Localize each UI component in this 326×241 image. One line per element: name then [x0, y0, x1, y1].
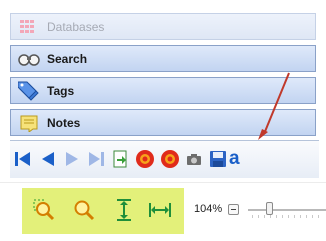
last-page-icon[interactable]: [85, 148, 107, 170]
zoom-percentage: 104%: [194, 203, 223, 215]
navigation-panel: Databases Search Tags Notes a: [10, 0, 319, 178]
sidebar-item-notes[interactable]: Notes: [10, 109, 316, 136]
fit-height-icon[interactable]: [112, 198, 136, 222]
next-page-icon[interactable]: [61, 148, 83, 170]
camera-icon[interactable]: [183, 148, 205, 170]
zoom-in-icon[interactable]: [72, 198, 96, 222]
databases-icon: [17, 17, 41, 37]
search-binoculars-icon: [17, 49, 41, 69]
zoom-slider-track[interactable]: [248, 209, 326, 211]
sidebar-item-label: Notes: [47, 115, 81, 130]
first-page-icon[interactable]: [12, 148, 34, 170]
tags-icon: [17, 81, 41, 101]
zoom-slider-ticks: [252, 215, 322, 218]
notes-icon: [17, 113, 41, 133]
sidebar-item-tags[interactable]: Tags: [10, 77, 316, 104]
zoom-slider-thumb[interactable]: [266, 202, 273, 215]
sidebar-item-label: Tags: [47, 83, 75, 98]
zoom-out-button[interactable]: [228, 204, 239, 215]
zoom-selection-icon[interactable]: [32, 198, 56, 222]
zoom-toolbar: 104%: [0, 186, 326, 241]
red-record-icon[interactable]: [159, 148, 181, 170]
save-icon[interactable]: [207, 148, 229, 170]
export-icon[interactable]: [109, 148, 131, 170]
text-a-icon[interactable]: a: [229, 148, 245, 170]
sidebar-item-search[interactable]: Search: [10, 45, 316, 72]
previous-page-icon[interactable]: [37, 148, 59, 170]
divider: [0, 182, 326, 183]
bottom-toolbar: a: [10, 140, 319, 178]
red-record-icon[interactable]: [134, 148, 156, 170]
sidebar-item-databases[interactable]: Databases: [10, 13, 316, 40]
sidebar-item-label: Search: [47, 51, 88, 66]
sidebar-item-label: Databases: [47, 19, 105, 34]
fit-width-icon[interactable]: [148, 198, 172, 222]
